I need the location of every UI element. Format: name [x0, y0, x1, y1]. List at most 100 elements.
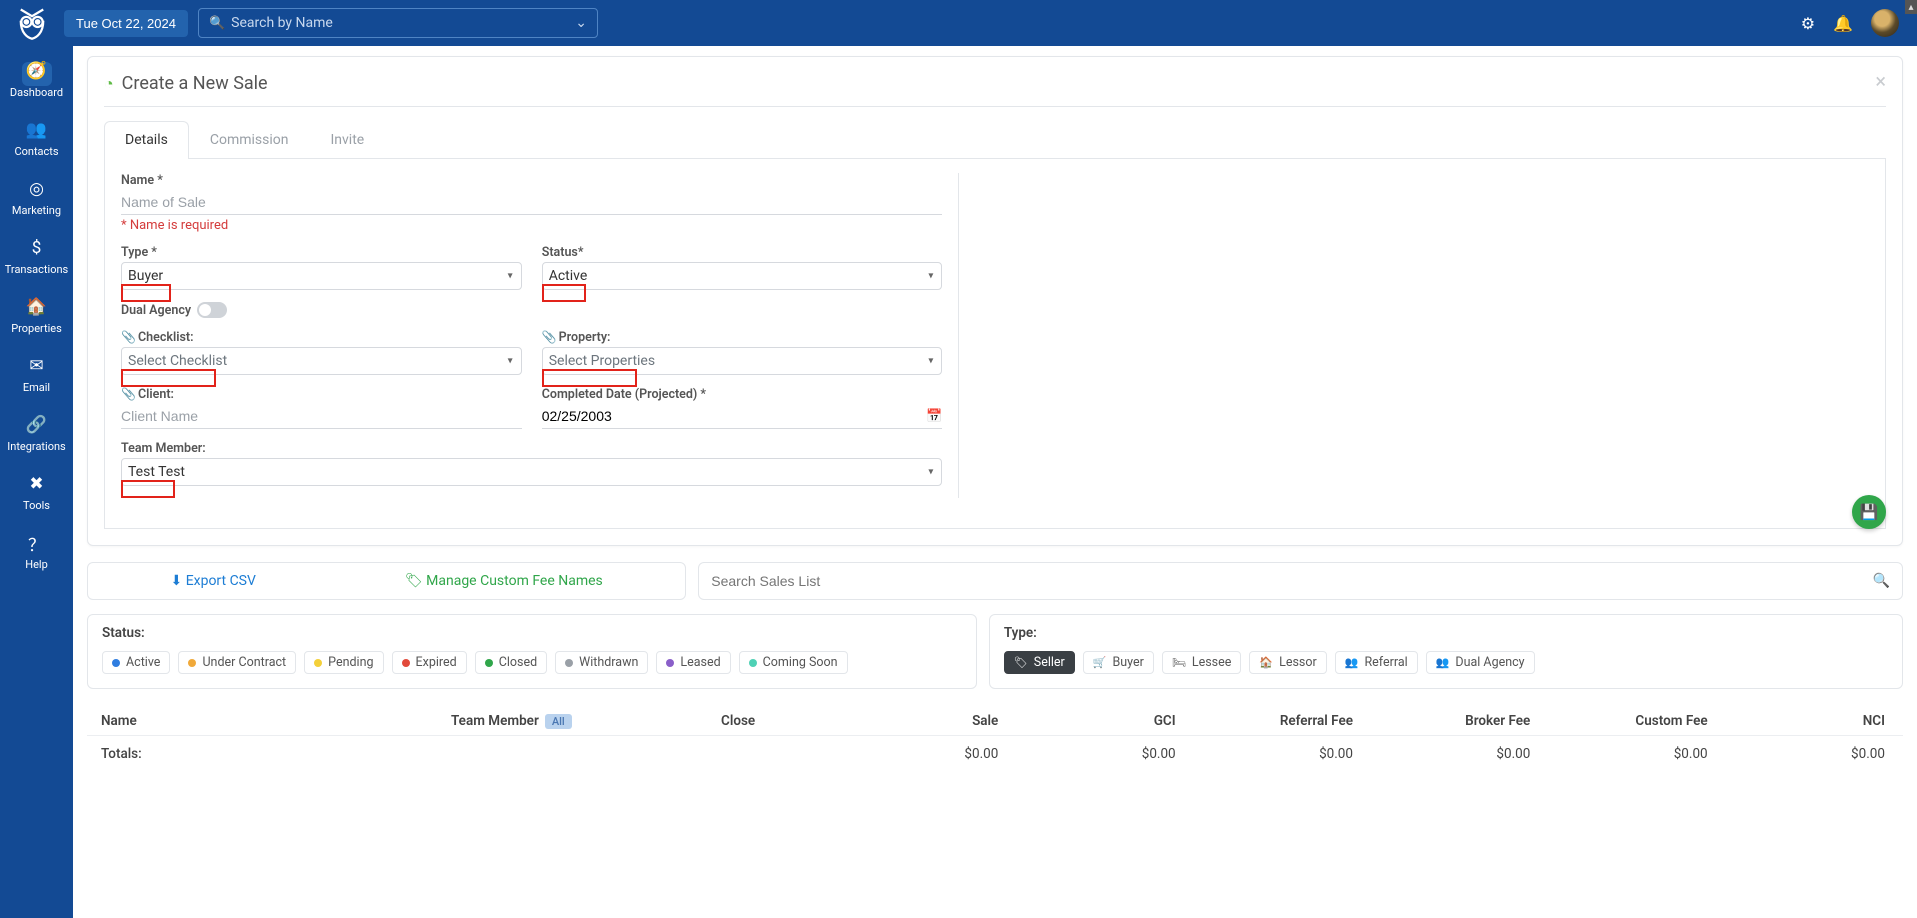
- type-chip-icon: 🛏: [1172, 656, 1186, 669]
- sidebar-item-tools[interactable]: ✖ Tools: [0, 465, 73, 524]
- status-dot-icon: [565, 659, 573, 667]
- bell-icon[interactable]: 🔔: [1833, 14, 1853, 33]
- status-chip[interactable]: Under Contract: [178, 651, 296, 674]
- dollar-icon: $: [32, 238, 42, 258]
- sidebar-item-marketing[interactable]: ◎ Marketing: [0, 170, 73, 229]
- totals-custom: $0.00: [1550, 746, 1727, 762]
- th-name: Name: [101, 713, 451, 729]
- download-icon: ⬇: [170, 573, 185, 589]
- status-select[interactable]: Active ▾: [542, 262, 943, 290]
- close-icon[interactable]: ×: [1875, 69, 1886, 93]
- paperclip-icon: 📎: [121, 330, 136, 344]
- tab-details[interactable]: Details: [104, 121, 189, 159]
- th-custom: Custom Fee: [1550, 713, 1727, 729]
- modal-title-row: ◔ Create a New Sale: [104, 69, 1886, 107]
- completed-date-label: Completed Date (Projected) *: [542, 387, 943, 402]
- totals-gci: $0.00: [1018, 746, 1195, 762]
- status-dot-icon: [112, 659, 120, 667]
- client-label: 📎Client:: [121, 387, 522, 402]
- type-chip[interactable]: 👥Referral: [1335, 651, 1418, 674]
- status-select-value: Active: [549, 268, 588, 284]
- users-icon: 👥: [26, 120, 47, 140]
- tabs: Details Commission Invite: [104, 121, 1886, 159]
- caret-down-icon: ▾: [928, 356, 933, 367]
- tab-invite[interactable]: Invite: [309, 121, 385, 158]
- all-badge[interactable]: All: [545, 714, 572, 729]
- avatar[interactable]: [1871, 9, 1899, 37]
- search-by-name[interactable]: 🔍 Search by Name ⌄: [198, 8, 598, 38]
- th-referral: Referral Fee: [1196, 713, 1373, 729]
- status-dot-icon: [314, 659, 322, 667]
- sidebar-item-contacts[interactable]: 👥 Contacts: [0, 111, 73, 170]
- dashboard-icon: 🧭: [26, 61, 47, 81]
- type-select[interactable]: Buyer ▾: [121, 262, 522, 290]
- name-field[interactable]: [121, 190, 942, 215]
- status-chip[interactable]: Withdrawn: [555, 651, 648, 674]
- status-chip[interactable]: Pending: [304, 651, 383, 674]
- status-dot-icon: [402, 659, 410, 667]
- property-label: 📎Property:: [542, 330, 943, 345]
- checklist-select[interactable]: Select Checklist ▾: [121, 347, 522, 375]
- client-field[interactable]: [121, 404, 522, 429]
- name-label: Name *: [121, 173, 942, 188]
- type-chip[interactable]: 🛒Buyer: [1083, 651, 1154, 674]
- top-bar: Tue Oct 22, 2024 🔍 Search by Name ⌄ ⚙ 🔔: [0, 0, 1917, 46]
- type-chip[interactable]: 🛏Lessee: [1162, 651, 1242, 674]
- search-sales-list[interactable]: 🔍: [698, 562, 1903, 600]
- type-chip[interactable]: 🏠Lessor: [1249, 651, 1326, 674]
- property-select[interactable]: Select Properties ▾: [542, 347, 943, 375]
- export-csv-button[interactable]: ⬇ Export CSV: [170, 573, 255, 589]
- search-sales-input[interactable]: [711, 563, 1872, 599]
- sidebar-item-label: Dashboard: [10, 86, 63, 99]
- gear-icon[interactable]: ⚙: [1801, 14, 1815, 33]
- type-chip[interactable]: 👥Dual Agency: [1426, 651, 1535, 674]
- status-chip[interactable]: Leased: [656, 651, 730, 674]
- tools-icon: ✖: [29, 474, 43, 494]
- sidebar-item-dashboard[interactable]: 🧭 Dashboard: [0, 52, 73, 111]
- team-member-select[interactable]: Test Test ▾: [121, 458, 942, 486]
- page-scroll-up-indicator[interactable]: ▴: [1905, 0, 1917, 14]
- completed-date-field[interactable]: [542, 404, 927, 428]
- sidebar-item-label: Properties: [11, 322, 62, 335]
- th-close: Close: [721, 713, 841, 729]
- target-icon: ◎: [29, 179, 44, 199]
- manage-custom-fees-button[interactable]: 🏷 Manage Custom Fee Names: [405, 573, 603, 589]
- type-chip-icon: 👥: [1345, 656, 1359, 669]
- save-icon: 💾: [1860, 503, 1879, 521]
- status-chip[interactable]: Coming Soon: [739, 651, 848, 674]
- home-icon: 🏠: [26, 297, 47, 317]
- totals-nci: $0.00: [1728, 746, 1889, 762]
- sidebar-item-label: Integrations: [7, 440, 65, 453]
- sidebar-item-email[interactable]: ✉ Email: [0, 347, 73, 406]
- sidebar-item-label: Transactions: [5, 263, 68, 276]
- calendar-icon[interactable]: 📅: [926, 409, 942, 424]
- sidebar-item-transactions[interactable]: $ Transactions: [0, 229, 73, 288]
- sidebar-item-properties[interactable]: 🏠 Properties: [0, 288, 73, 347]
- type-chip[interactable]: 🏷Seller: [1004, 651, 1075, 674]
- sidebar-item-label: Marketing: [12, 204, 61, 217]
- sidebar-item-label: Contacts: [14, 145, 58, 158]
- totals-referral: $0.00: [1196, 746, 1373, 762]
- th-nci: NCI: [1728, 713, 1889, 729]
- th-broker: Broker Fee: [1373, 713, 1550, 729]
- pie-chart-icon: ◔: [104, 74, 114, 94]
- search-placeholder-text: Search by Name: [231, 15, 333, 31]
- totals-row: Totals: $0.00 $0.00 $0.00 $0.00 $0.00 $0…: [87, 735, 1903, 768]
- dual-agency-toggle[interactable]: [197, 302, 227, 318]
- app-logo-owl[interactable]: [10, 1, 54, 45]
- paperclip-icon: 📎: [542, 330, 557, 344]
- status-chip[interactable]: Expired: [392, 651, 467, 674]
- type-chip-icon: 🛒: [1093, 656, 1107, 669]
- sidebar-item-help[interactable]: ？ Help: [0, 524, 73, 583]
- action-bar: ⬇ Export CSV 🏷 Manage Custom Fee Names: [87, 562, 686, 600]
- tags-icon: 🏷: [405, 573, 426, 589]
- totals-label: Totals:: [101, 746, 451, 762]
- dual-agency-label: Dual Agency: [121, 303, 191, 318]
- status-chip[interactable]: Closed: [475, 651, 547, 674]
- status-chip[interactable]: Active: [102, 651, 170, 674]
- sidebar-item-integrations[interactable]: 🔗 Integrations: [0, 406, 73, 465]
- save-fab[interactable]: 💾: [1852, 495, 1886, 529]
- name-error: * Name is required: [121, 218, 942, 233]
- tab-commission[interactable]: Commission: [189, 121, 310, 158]
- date-button[interactable]: Tue Oct 22, 2024: [64, 10, 188, 37]
